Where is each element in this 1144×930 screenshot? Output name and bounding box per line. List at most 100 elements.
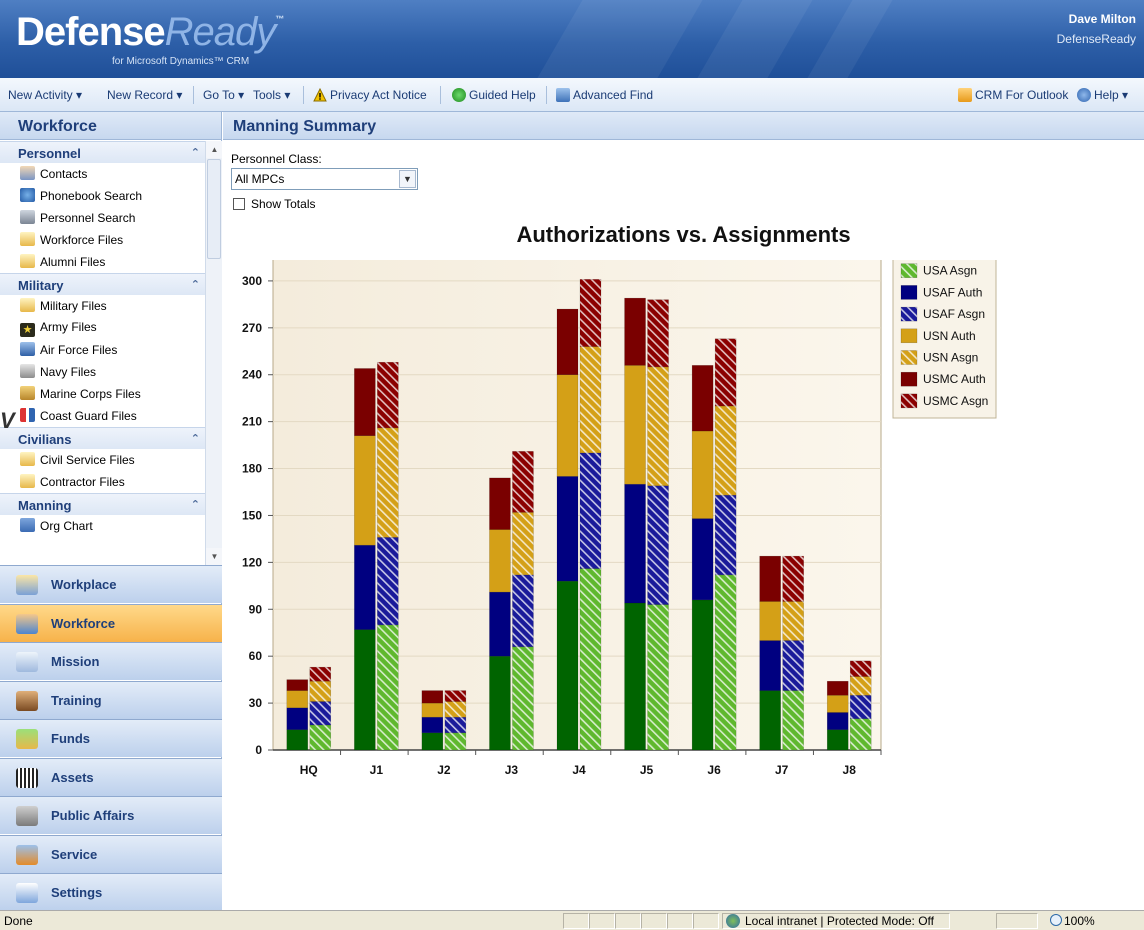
wunderbar-label: Training	[51, 692, 102, 708]
sidebar-item-label: Coast Guard Files	[40, 409, 137, 423]
scrollbar-thumb[interactable]	[207, 159, 221, 259]
show-totals-option[interactable]: Show Totals	[233, 197, 315, 211]
personnel-class-select[interactable]: All MPCs ▼	[231, 168, 418, 190]
zoom-icon[interactable]	[1050, 914, 1062, 926]
sidebar-item-navy-files[interactable]: Navy Files	[0, 361, 222, 383]
wunderbar-label: Workplace	[51, 577, 117, 592]
wunderbar-label: Mission	[51, 654, 100, 669]
bar-usn-asgn-j4	[579, 346, 602, 454]
wunderbar-workforce[interactable]: Workforce	[0, 603, 222, 642]
sidebar-item-org-chart[interactable]: Org Chart	[0, 515, 222, 537]
go-to-menu[interactable]: Go To ▾	[203, 88, 244, 102]
privacy-act-notice-button[interactable]: Privacy Act Notice	[313, 87, 427, 102]
guided-help-icon	[452, 88, 466, 102]
bar-usa-auth-j5	[624, 602, 646, 751]
outlook-icon	[958, 88, 972, 102]
sidebar-item-workforce-files[interactable]: Workforce Files	[0, 229, 222, 251]
nav-group-header[interactable]: Manning ⌃	[0, 493, 222, 515]
sidebar-item-label: Marine Corps Files	[40, 387, 141, 401]
zoom-level[interactable]: 100%	[1064, 914, 1095, 928]
nav-group-header[interactable]: Personnel ⌃	[0, 141, 222, 163]
wunderbar-workplace[interactable]: Workplace	[0, 565, 222, 603]
wunderbar-assets[interactable]: Assets	[0, 757, 222, 796]
bar-usmc-asgn-hq	[309, 666, 332, 682]
wunderbar-public-affairs[interactable]: Public Affairs	[0, 796, 222, 834]
personnel-search-icon	[20, 210, 35, 224]
crm-for-outlook-button[interactable]: CRM For Outlook	[958, 88, 1068, 102]
new-record-menu[interactable]: New Record ▾	[107, 88, 182, 102]
advanced-find-button[interactable]: Advanced Find	[556, 88, 653, 102]
sidebar-item-contacts[interactable]: Contacts	[0, 163, 222, 185]
sidebar-item-personnel-search[interactable]: Personnel Search	[0, 207, 222, 229]
nav-group-header[interactable]: Military ⌃	[0, 273, 222, 295]
help-icon	[1077, 88, 1091, 102]
bar-usmc-auth-j7	[759, 555, 781, 602]
wunderbar-training[interactable]: Training	[0, 680, 222, 719]
manning-chart: 0306090120150180210240270300330HQJ1J2J3J…	[242, 260, 997, 777]
training-icon	[16, 690, 38, 711]
defenseready-logo: DefenseReady™	[16, 10, 284, 54]
bar-usn-asgn-hq	[309, 680, 332, 702]
x-tick-label: J8	[843, 763, 857, 777]
help-menu[interactable]: Help ▾	[1077, 88, 1128, 102]
wunderbar-mission[interactable]: Mission	[0, 642, 222, 680]
bar-usn-auth-j8	[826, 695, 849, 713]
bar-usa-asgn-j8	[849, 718, 872, 751]
nav-group-manning: Manning ⌃ Org Chart	[0, 493, 222, 537]
sidebar-item-label: Army Files	[40, 320, 97, 334]
show-totals-checkbox[interactable]	[233, 198, 245, 210]
collapse-chevron-icon[interactable]: ⌃	[191, 498, 200, 511]
nav-group-header[interactable]: Civilians ⌃	[0, 427, 222, 449]
menu-separator	[546, 86, 547, 104]
wunderbar-service[interactable]: Service	[0, 834, 222, 873]
intranet-icon	[726, 914, 740, 928]
wunderbar-label: Workforce	[51, 615, 116, 631]
nav-group-label: Military	[18, 278, 64, 293]
sidebar-item-army-files[interactable]: ★ Army Files	[0, 317, 222, 339]
sidebar-item-military-files[interactable]: Military Files	[0, 295, 222, 317]
wunderbar-label: Public Affairs	[51, 808, 135, 823]
sidebar-item-coast-guard-files[interactable]: Coast Guard Files	[0, 405, 222, 427]
sidebar-item-contractor-files[interactable]: Contractor Files	[0, 471, 222, 493]
collapse-chevron-icon[interactable]: ⌃	[191, 432, 200, 445]
bar-usa-asgn-j7	[782, 690, 804, 751]
bar-usaf-asgn-j1	[377, 537, 399, 626]
wunderbar-settings[interactable]: Settings	[0, 873, 222, 911]
security-zone-text: Local intranet | Protected Mode: Off	[745, 914, 934, 928]
bar-usmc-auth-j4	[556, 308, 579, 375]
x-tick-label: J4	[572, 763, 586, 777]
bar-usmc-asgn-j4	[579, 279, 602, 347]
sidebar-item-phonebook-search[interactable]: Phonebook Search	[0, 185, 222, 207]
bar-usn-auth-j7	[759, 601, 781, 641]
new-activity-menu[interactable]: New Activity ▾	[8, 88, 82, 102]
x-tick-label: J3	[505, 763, 519, 777]
x-tick-label: J5	[640, 763, 654, 777]
clipped-glyph: V	[0, 408, 15, 433]
nav-scrollbar[interactable]: ▲ ▼	[205, 141, 222, 565]
chart-title: Authorizations vs. Assignments	[516, 222, 851, 247]
tools-menu[interactable]: Tools ▾	[253, 88, 290, 102]
folder-icon	[20, 452, 35, 466]
guided-help-button[interactable]: Guided Help	[452, 88, 536, 102]
protected-mode-toggle[interactable]	[996, 913, 1038, 929]
chevron-down-icon[interactable]: ▼	[399, 170, 416, 188]
legend-label: USN Asgn	[923, 351, 978, 365]
bar-usa-auth-j3	[489, 655, 511, 751]
nav-scroll-pane[interactable]: Personnel ⌃ Contacts Phonebook Search Person…	[0, 141, 222, 565]
bar-usn-asgn-j3	[512, 512, 534, 576]
sidebar-item-civil-service-files[interactable]: Civil Service Files	[0, 449, 222, 471]
sidebar-item-label: Military Files	[40, 299, 107, 313]
bar-usn-auth-j2	[421, 702, 444, 718]
sidebar-item-alumni-files[interactable]: Alumni Files	[0, 251, 222, 273]
sidebar-item-marine-corps-files[interactable]: Marine Corps Files	[0, 383, 222, 405]
scroll-up-icon[interactable]: ▲	[206, 141, 222, 158]
bar-usn-auth-j5	[624, 365, 646, 485]
scroll-down-icon[interactable]: ▼	[206, 548, 222, 565]
collapse-chevron-icon[interactable]: ⌃	[191, 146, 200, 159]
sidebar-item-air-force-files[interactable]: Air Force Files	[0, 339, 222, 361]
logo-subtitle: for Microsoft Dynamics™ CRM	[112, 56, 250, 67]
wunderbar-funds[interactable]: Funds	[0, 719, 222, 757]
menu-separator	[440, 86, 441, 104]
bar-usmc-auth-j8	[826, 680, 849, 696]
collapse-chevron-icon[interactable]: ⌃	[191, 278, 200, 291]
